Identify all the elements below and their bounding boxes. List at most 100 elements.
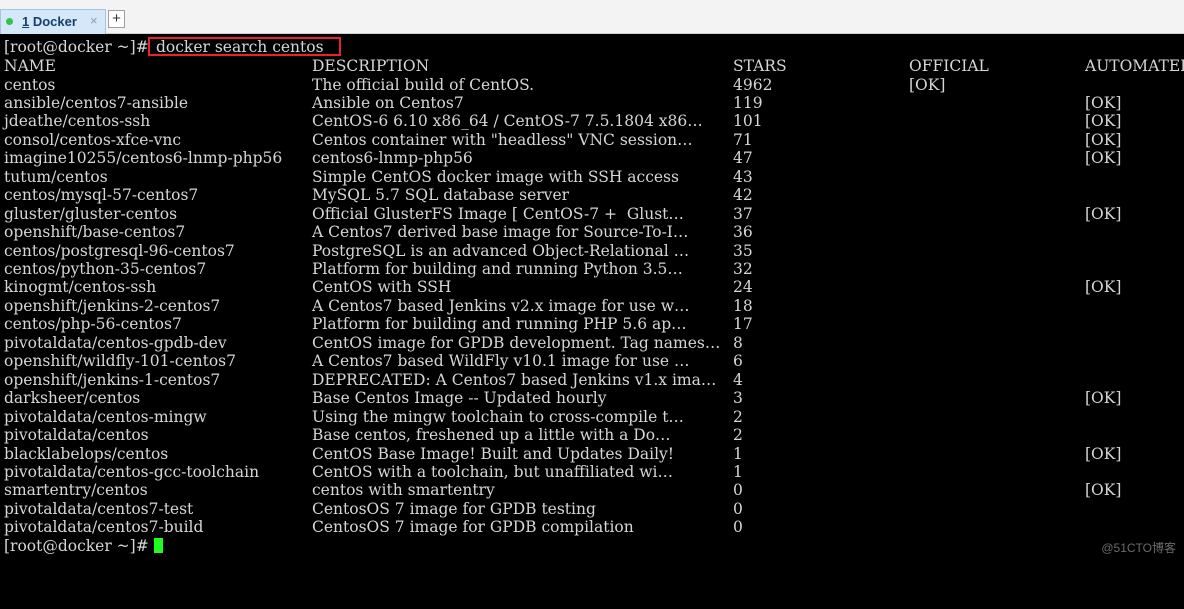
row-name: centos/python-35-centos7 <box>4 260 207 278</box>
row-description: Base Centos Image -- Updated hourly <box>312 389 607 408</box>
row-stars: 47 <box>733 149 753 168</box>
row-description: PostgreSQL is an advanced Object-Relatio… <box>312 241 690 260</box>
table-row: darksheer/centos Base Centos Image -- Upd… <box>0 389 1184 407</box>
row-stars: 37 <box>733 204 753 223</box>
table-row: imagine10255/centos6-lnmp-php56 centos6-l… <box>0 149 1184 167</box>
row-stars: 4962 <box>733 75 773 94</box>
table-row: ansible/centos7-ansible Ansible on Centos… <box>0 94 1184 112</box>
row-description: A Centos7 based Jenkins v2.x image for u… <box>312 296 690 315</box>
row-description: Ansible on Centos7 <box>312 93 464 112</box>
table-row: pivotaldata/centos7-test CentosOS 7 image… <box>0 500 1184 518</box>
row-name: centos/php-56-centos7 <box>4 315 182 334</box>
row-stars: 8 <box>733 333 743 352</box>
row-stars: 18 <box>733 296 753 315</box>
row-stars: 2 <box>733 426 743 445</box>
table-row: centos/php-56-centos7 Platform for buildi… <box>0 315 1184 333</box>
row-description: CentOS with SSH <box>312 278 452 297</box>
tab-docker[interactable]: 1 Docker × <box>0 9 106 34</box>
shell-prompt: [root@docker ~]# <box>4 536 154 555</box>
row-description: Using the mingw toolchain to cross-compi… <box>312 407 684 426</box>
row-description: CentOS Base Image! Built and Updates Dai… <box>312 444 675 463</box>
row-official: [OK] <box>909 75 946 94</box>
row-description: CentOS with a toolchain, but unaffiliate… <box>312 462 673 481</box>
row-name: centos <box>4 75 56 94</box>
table-row: pivotaldata/centos-gpdb-dev CentOS image … <box>0 334 1184 352</box>
row-name: pivotaldata/centos <box>4 426 149 445</box>
row-automated: [OK] <box>1085 444 1122 463</box>
row-stars: 101 <box>733 112 763 131</box>
row-description: CentOS image for GPDB development. Tag n… <box>312 333 721 352</box>
row-automated: [OK] <box>1085 93 1122 112</box>
table-row: pivotaldata/centos Base centos, freshened… <box>0 426 1184 444</box>
row-name: openshift/wildfly-101-centos7 <box>4 352 236 371</box>
row-stars: 32 <box>733 260 753 278</box>
row-description: centos with smartentry <box>312 481 495 500</box>
row-description: CentosOS 7 image for GPDB testing <box>312 499 596 518</box>
header-name: NAME <box>4 57 56 75</box>
row-stars: 36 <box>733 223 753 242</box>
final-prompt-line: [root@docker ~]# <box>0 537 1184 555</box>
table-row: pivotaldata/centos-gcc-toolchain CentOS w… <box>0 463 1184 481</box>
row-description: centos6-lnmp-php56 <box>312 149 473 168</box>
row-description: Simple CentOS docker image with SSH acce… <box>312 167 679 186</box>
new-tab-button[interactable]: + <box>108 10 125 28</box>
row-stars: 24 <box>733 278 753 297</box>
row-name: ansible/centos7-ansible <box>4 93 189 112</box>
row-description: Platform for building and running Python… <box>312 260 683 278</box>
cursor <box>154 537 163 553</box>
tab-label: 1 Docker <box>22 14 77 29</box>
row-description: CentosOS 7 image for GPDB compilation <box>312 518 634 537</box>
row-name: openshift/jenkins-1-centos7 <box>4 370 221 389</box>
row-description: Base centos, freshened up a little with … <box>312 426 671 445</box>
header-automated: AUTOMATED <box>1085 57 1184 75</box>
table-row: pivotaldata/centos-mingw Using the mingw … <box>0 408 1184 426</box>
table-row: gluster/gluster-centos Official GlusterFS… <box>0 205 1184 223</box>
row-stars: 2 <box>733 407 743 426</box>
row-description: Official GlusterFS Image [ CentOS-7 + Gl… <box>312 204 684 223</box>
table-row: pivotaldata/centos7-build CentosOS 7 imag… <box>0 518 1184 536</box>
row-description: MySQL 5.7 SQL database server <box>312 186 570 205</box>
table-row: tutum/centos Simple CentOS docker image w… <box>0 168 1184 186</box>
row-stars: 35 <box>733 241 753 260</box>
table-row: openshift/jenkins-2-centos7 A Centos7 bas… <box>0 297 1184 315</box>
row-stars: 3 <box>733 389 743 408</box>
row-name: imagine10255/centos6-lnmp-php56 <box>4 149 283 168</box>
row-name: pivotaldata/centos-gcc-toolchain <box>4 462 260 481</box>
row-stars: 0 <box>733 499 743 518</box>
row-description: A Centos7 derived base image for Source-… <box>312 223 689 242</box>
table-row: openshift/wildfly-101-centos7 A Centos7 b… <box>0 352 1184 370</box>
row-automated: [OK] <box>1085 389 1122 408</box>
table-row: openshift/jenkins-1-centos7 DEPRECATED: A… <box>0 371 1184 389</box>
row-name: blacklabelops/centos <box>4 444 169 463</box>
table-row: kinogmt/centos-ssh CentOS with SSH 24 [OK] <box>0 278 1184 296</box>
row-name: tutum/centos <box>4 167 108 186</box>
row-automated: [OK] <box>1085 130 1122 149</box>
row-description: A Centos7 based WildFly v10.1 image for … <box>312 352 690 371</box>
row-automated: [OK] <box>1085 481 1122 500</box>
close-tab-icon[interactable]: × <box>90 13 98 28</box>
terminal-output[interactable]: [root@docker ~]# docker search centos NA… <box>0 34 1184 564</box>
row-name: centos/mysql-57-centos7 <box>4 186 199 205</box>
row-name: pivotaldata/centos7-test <box>4 499 194 518</box>
row-description: DEPRECATED: A Centos7 based Jenkins v1.x… <box>312 370 717 389</box>
command-text: docker search centos <box>156 38 324 56</box>
row-name: darksheer/centos <box>4 389 141 408</box>
row-stars: 42 <box>733 186 753 205</box>
row-stars: 1 <box>733 444 743 463</box>
table-row: jdeathe/centos-ssh CentOS-6 6.10 x86_64 /… <box>0 112 1184 130</box>
row-automated: [OK] <box>1085 204 1122 223</box>
row-name: openshift/jenkins-2-centos7 <box>4 296 221 315</box>
table-row: centos/postgresql-96-centos7 PostgreSQL i… <box>0 242 1184 260</box>
table-row: centos/python-35-centos7 Platform for bui… <box>0 260 1184 278</box>
header-stars: STARS <box>733 57 787 75</box>
row-name: pivotaldata/centos-mingw <box>4 407 207 426</box>
row-stars: 17 <box>733 315 753 334</box>
header-official: OFFICIAL <box>909 57 989 75</box>
row-name: jdeathe/centos-ssh <box>4 112 151 131</box>
table-row: centos The official build of CentOS. 4962 [… <box>0 76 1184 94</box>
tab-bar: 1 Docker × + <box>0 0 1184 34</box>
table-row: centos/mysql-57-centos7 MySQL 5.7 SQL dat… <box>0 186 1184 204</box>
row-name: centos/postgresql-96-centos7 <box>4 241 235 260</box>
row-name: pivotaldata/centos-gpdb-dev <box>4 333 227 352</box>
row-name: openshift/base-centos7 <box>4 223 186 242</box>
